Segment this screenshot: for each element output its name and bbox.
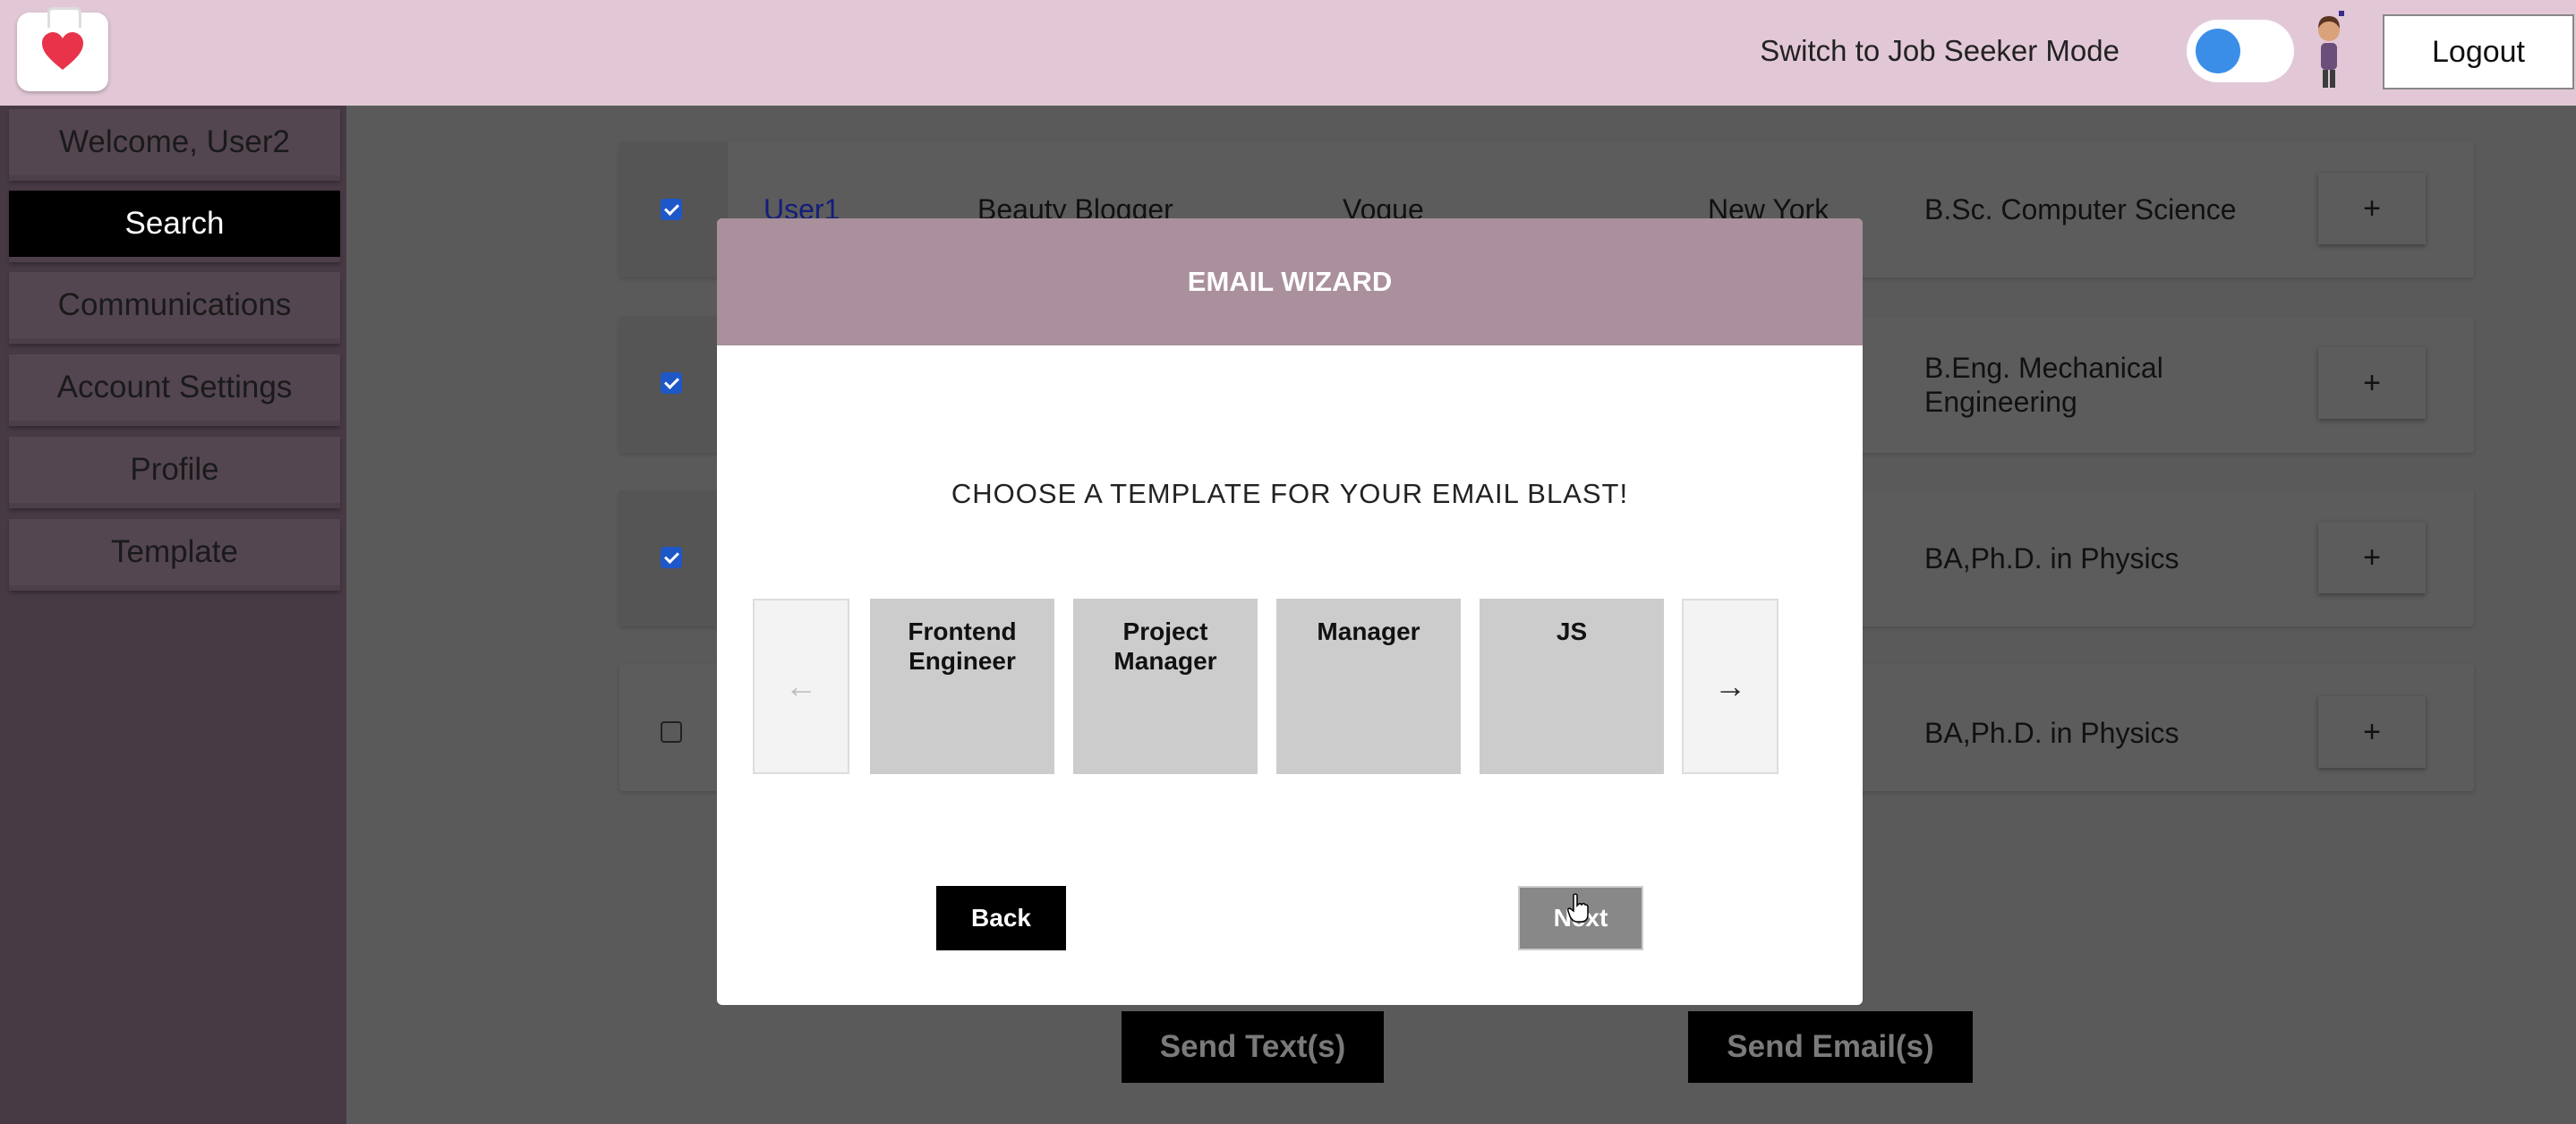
candidate-education: B.Sc. Computer Science (1924, 193, 2237, 226)
add-candidate-button[interactable]: + (2318, 696, 2426, 768)
back-button[interactable]: Back (936, 886, 1066, 950)
heart-icon (42, 32, 83, 70)
sidebar: Welcome, User2 Search Communications Acc… (0, 106, 346, 1124)
modal-title: EMAIL WIZARD (717, 218, 1863, 345)
sidebar-item-template[interactable]: Template (9, 519, 340, 591)
sidebar-item-profile[interactable]: Profile (9, 437, 340, 508)
candidate-education: B.Eng. Mechanical Engineering (1924, 352, 2163, 418)
sidebar-item-search[interactable]: Search (9, 191, 340, 262)
candidate-education: BA,Ph.D. in Physics (1924, 542, 2179, 575)
sidebar-item-account-settings[interactable]: Account Settings (9, 354, 340, 426)
row-checkbox[interactable] (661, 372, 682, 394)
row-checkbox[interactable] (661, 547, 682, 568)
app-logo[interactable] (17, 7, 108, 91)
logout-button[interactable]: Logout (2383, 14, 2574, 89)
toggle-knob (2196, 29, 2240, 73)
avatar[interactable] (2307, 11, 2351, 91)
template-card-js[interactable]: JS (1480, 599, 1664, 774)
send-texts-button[interactable]: Send Text(s) (1122, 1011, 1384, 1083)
template-card-project-manager[interactable]: Project Manager (1073, 599, 1258, 774)
email-wizard-modal: EMAIL WIZARD CHOOSE A TEMPLATE FOR YOUR … (717, 218, 1863, 1005)
candidate-education: BA,Ph.D. in Physics (1924, 717, 2179, 749)
row-checkbox[interactable] (661, 199, 682, 220)
mode-toggle[interactable] (2187, 20, 2294, 82)
add-candidate-button[interactable]: + (2318, 522, 2426, 593)
template-card-manager[interactable]: Manager (1276, 599, 1461, 774)
hand-cursor-icon (1567, 893, 1589, 923)
modal-prompt: CHOOSE A TEMPLATE FOR YOUR EMAIL BLAST! (951, 478, 1629, 509)
add-candidate-button[interactable]: + (2318, 347, 2426, 419)
send-emails-button[interactable]: Send Email(s) (1688, 1011, 1973, 1083)
row-checkbox[interactable] (661, 721, 682, 743)
sidebar-item-welcome: Welcome, User2 (9, 109, 340, 181)
mode-switch-label: Switch to Job Seeker Mode (1760, 34, 2120, 67)
template-card-frontend-engineer[interactable]: Frontend Engineer (870, 599, 1054, 774)
briefcase-handle-icon (47, 7, 81, 28)
add-candidate-button[interactable]: + (2318, 173, 2426, 244)
carousel-next-button[interactable]: → (1682, 599, 1778, 774)
sidebar-item-communications[interactable]: Communications (9, 272, 340, 344)
top-bar: Switch to Job Seeker Mode Logout (0, 0, 2576, 106)
carousel-prev-button[interactable]: ← (753, 599, 849, 774)
